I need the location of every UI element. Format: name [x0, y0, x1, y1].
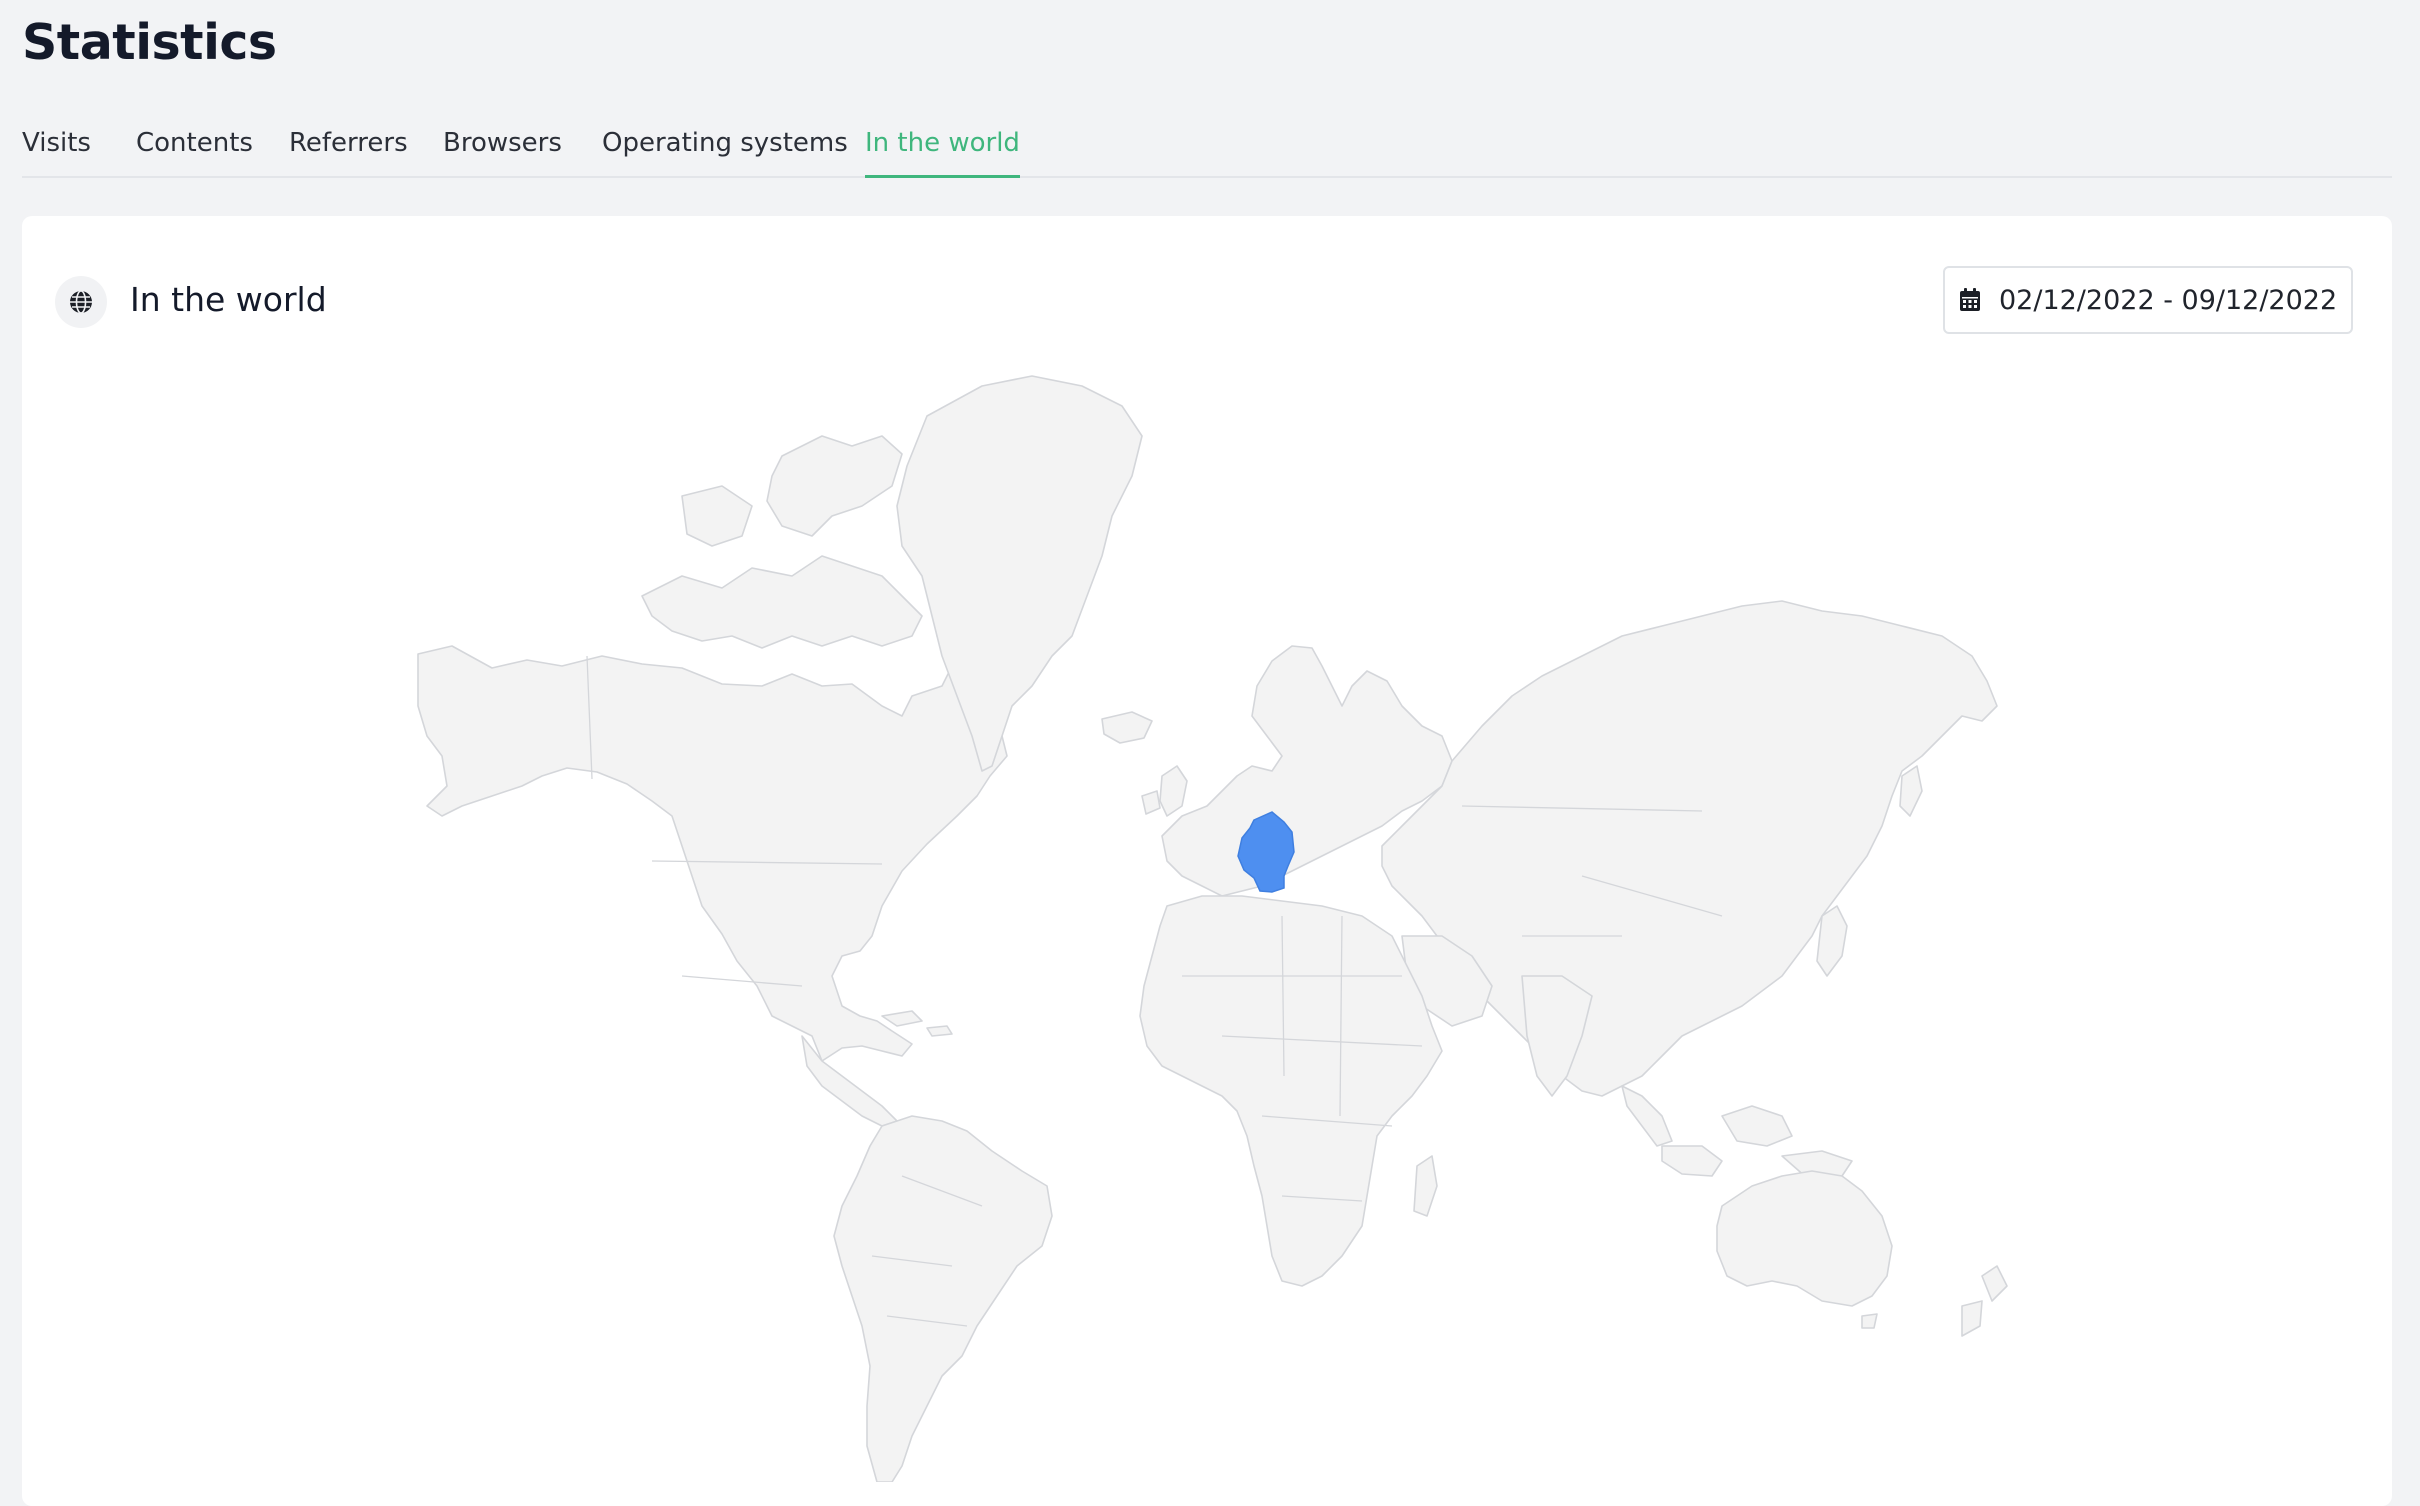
- map-north-america: [417, 625, 1008, 1062]
- tab-browsers[interactable]: Browsers: [443, 128, 562, 178]
- world-stats-card: In the world 02/12/2022 - 09/12/2022: [22, 216, 2392, 1506]
- tab-referrers[interactable]: Referrers: [289, 128, 408, 178]
- card-title: In the world: [130, 280, 327, 319]
- tab-visits[interactable]: Visits: [22, 128, 91, 178]
- tab-in-the-world[interactable]: In the world: [865, 128, 1020, 178]
- map-asia: [1381, 600, 1998, 1097]
- world-map: [22, 216, 2392, 1483]
- calendar-icon: [1957, 287, 1983, 313]
- map-arctic-islands: [641, 555, 923, 649]
- date-range-value: 02/12/2022 - 09/12/2022: [1999, 284, 2338, 316]
- tab-bar: Visits Contents Referrers Browsers Opera…: [22, 118, 2392, 178]
- map-africa: [1139, 895, 1443, 1287]
- date-range-picker[interactable]: 02/12/2022 - 09/12/2022: [1943, 266, 2353, 334]
- tab-operating-systems[interactable]: Operating systems: [602, 128, 848, 178]
- globe-icon: [55, 276, 107, 328]
- map-australia: [1716, 1170, 1893, 1307]
- map-south-america: [833, 1115, 1053, 1483]
- page-title: Statistics: [22, 14, 277, 71]
- tab-contents[interactable]: Contents: [136, 128, 253, 178]
